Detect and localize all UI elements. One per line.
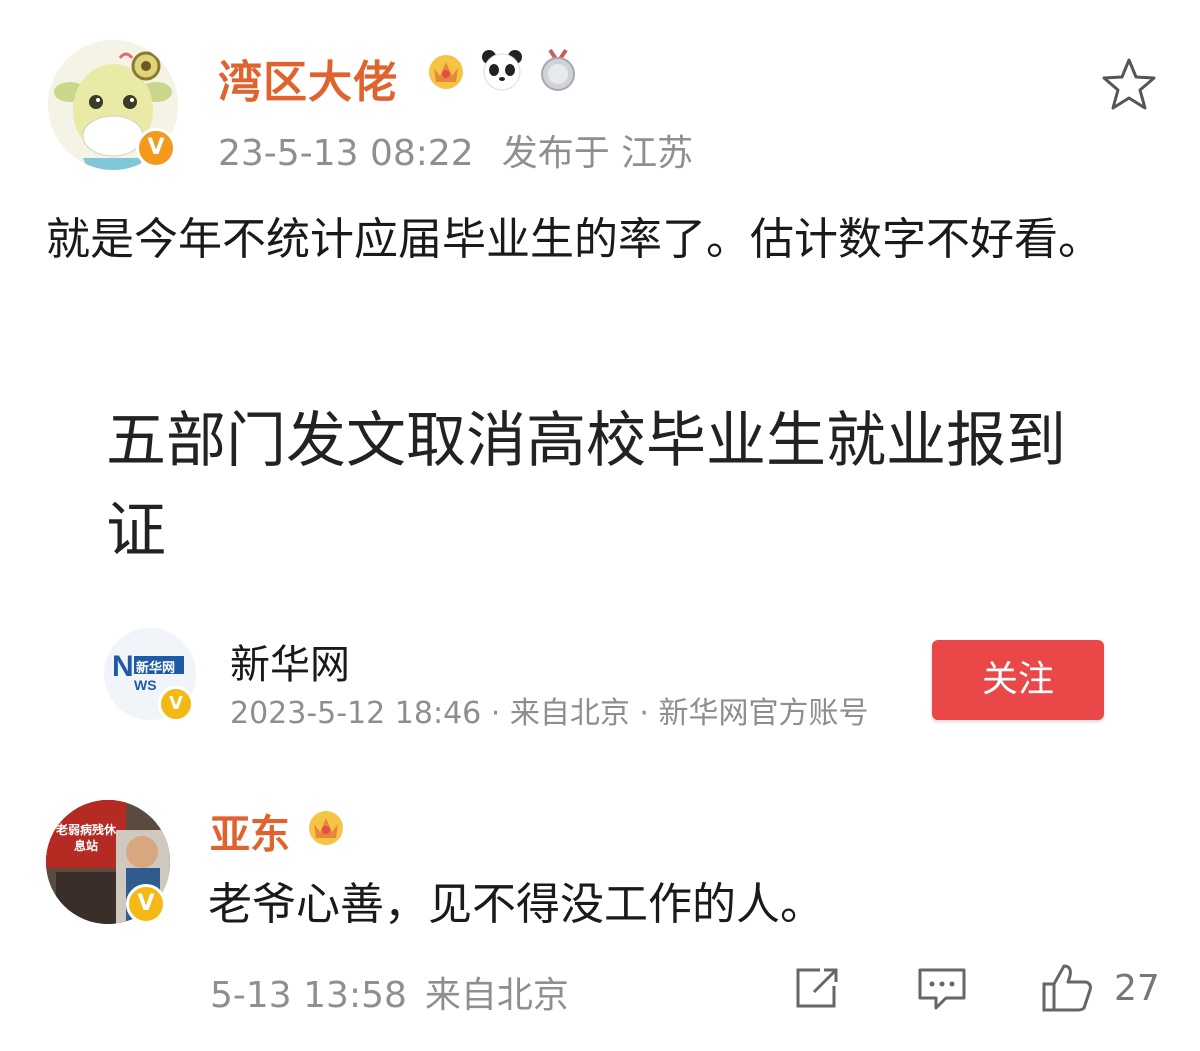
post-location: 发布于 江苏 bbox=[501, 133, 694, 174]
post-meta: 23-5-13 08:22 发布于 江苏 bbox=[218, 124, 693, 176]
source-logo-text: 新华网 bbox=[136, 661, 176, 676]
shared-headline[interactable]: 五部门发文取消高校毕业生就业报到证 bbox=[106, 396, 1086, 576]
comment-source: 来自北京 bbox=[424, 975, 569, 1016]
crown-icon bbox=[309, 811, 343, 845]
post-author-name[interactable]: 湾区大佬 bbox=[218, 46, 398, 110]
medal-icon bbox=[541, 48, 575, 91]
source-meta: 2023-5-12 18:46 · 来自北京 · 新华网官方账号 bbox=[230, 696, 869, 731]
verified-badge-icon: V bbox=[136, 128, 176, 168]
panda-icon bbox=[482, 50, 522, 91]
crown-icon bbox=[429, 55, 463, 89]
avatar-sign-text: 老弱病残休息站 bbox=[55, 823, 116, 853]
svg-text:N: N bbox=[112, 650, 134, 683]
favorite-star-icon[interactable] bbox=[1100, 56, 1158, 114]
like-count: 27 bbox=[1114, 968, 1160, 1009]
comment-author-name[interactable]: 亚东 bbox=[210, 802, 290, 860]
svg-text:WS: WS bbox=[134, 677, 157, 693]
follow-button[interactable]: 关注 bbox=[932, 640, 1104, 720]
author-badges bbox=[424, 48, 580, 92]
comment-meta: 5-13 13:58 来自北京 bbox=[210, 966, 569, 1018]
source-name[interactable]: 新华网 bbox=[230, 632, 350, 690]
comment-icon[interactable] bbox=[916, 966, 968, 1012]
source-verified-icon: V bbox=[158, 686, 194, 722]
comment-date: 5-13 13:58 bbox=[210, 975, 407, 1016]
share-icon[interactable] bbox=[792, 966, 842, 1012]
like-icon[interactable] bbox=[1040, 962, 1094, 1014]
post-date: 23-5-13 08:22 bbox=[218, 133, 474, 174]
comment-verified-icon: V bbox=[126, 884, 166, 924]
comment-text: 老爷心善，见不得没工作的人。 bbox=[208, 879, 824, 930]
post-text: 就是今年不统计应届毕业生的率了。估计数字不好看。 bbox=[46, 214, 1102, 265]
